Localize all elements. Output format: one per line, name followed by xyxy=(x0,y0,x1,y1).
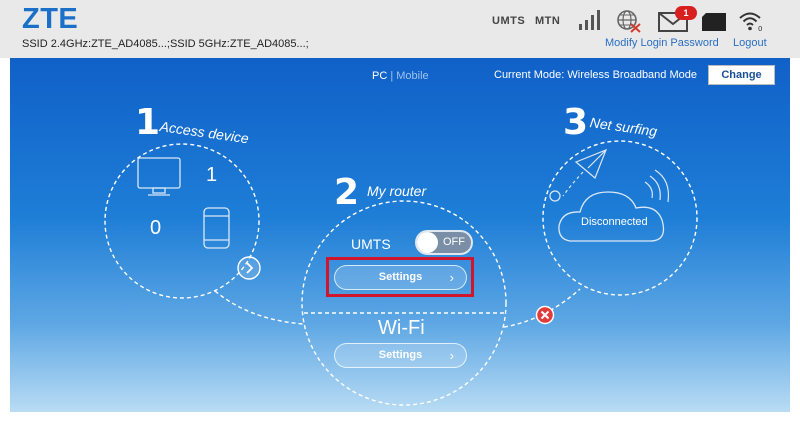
wired-device-count: 1 xyxy=(206,164,218,186)
logout-link[interactable]: Logout xyxy=(733,37,767,49)
chevron-right-icon: › xyxy=(449,348,454,363)
wireless-waves-icon xyxy=(644,169,670,203)
router-settings-label: Settings xyxy=(378,271,423,283)
toggle-state-label: OFF xyxy=(443,236,465,248)
step-2-number: 2 xyxy=(334,172,360,213)
wireless-device-count: 0 xyxy=(150,217,162,239)
wifi-settings-label: Settings xyxy=(378,349,423,361)
disconnected-icon xyxy=(535,305,555,325)
router-circle xyxy=(301,200,507,406)
mail-count-badge: 1 xyxy=(675,6,697,20)
globe-icon xyxy=(617,10,641,33)
toggle-knob xyxy=(417,232,438,253)
wifi-settings-button[interactable]: Settings › xyxy=(334,343,467,368)
left-connector xyxy=(214,290,305,325)
operator-label: MTN xyxy=(535,15,561,27)
svg-text:0: 0 xyxy=(758,25,762,32)
router-settings-button[interactable]: Settings › xyxy=(334,265,467,290)
wifi-icon: 0 xyxy=(739,12,762,32)
step-1-number: 1 xyxy=(135,102,161,143)
small-gear-icon xyxy=(549,190,561,202)
ssid-info: SSID 2.4GHz:ZTE_AD4085...;SSID 5GHz:ZTE_… xyxy=(22,38,309,50)
modify-password-link[interactable]: Modify Login Password xyxy=(605,37,719,49)
plane-trail xyxy=(562,171,584,197)
step-2-title: My router xyxy=(367,183,427,199)
signal-strength-icon xyxy=(579,10,600,30)
monitor-icon xyxy=(137,157,181,196)
paper-plane-icon xyxy=(574,148,608,179)
header-bar: ZTE SSID 2.4GHz:ZTE_AD4085...;SSID 5GHz:… xyxy=(0,0,800,58)
network-type-label: UMTS xyxy=(492,15,526,27)
connection-status: Disconnected xyxy=(581,216,648,228)
access-device-arrow-button[interactable] xyxy=(236,255,262,281)
phone-icon xyxy=(203,207,230,249)
sim-card-icon xyxy=(702,13,726,31)
wifi-section-label: Wi-Fi xyxy=(378,317,425,339)
zte-logo: ZTE xyxy=(22,3,79,35)
main-panel: PC | Mobile Current Mode: Wireless Broad… xyxy=(10,58,790,412)
chevron-right-icon: › xyxy=(449,270,454,285)
mobile-data-toggle[interactable]: OFF xyxy=(415,230,473,255)
step-3-number: 3 xyxy=(563,102,589,143)
router-network-label: UMTS xyxy=(351,236,391,252)
